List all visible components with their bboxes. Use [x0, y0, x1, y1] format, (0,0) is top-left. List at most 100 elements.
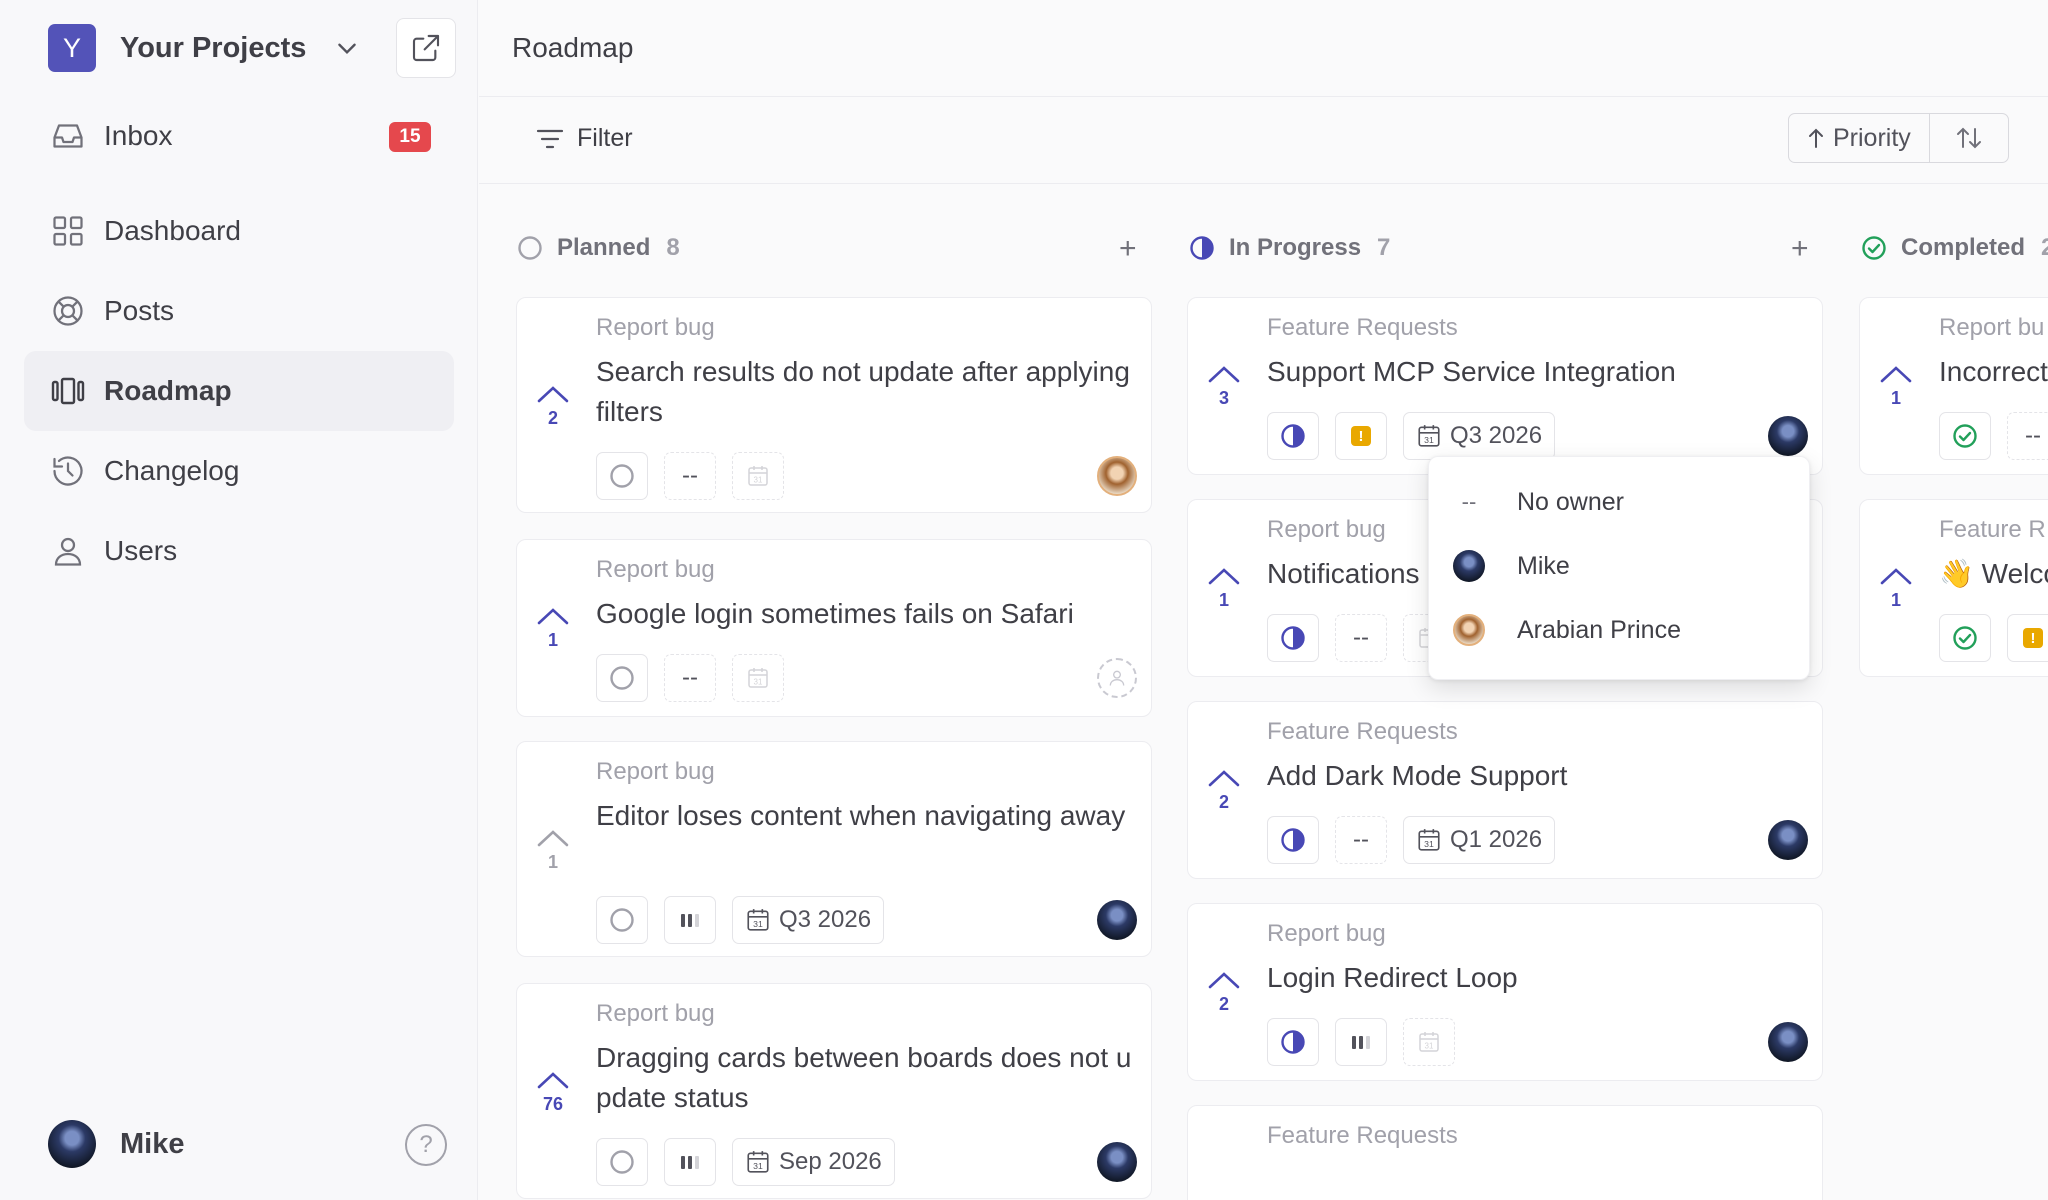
vote-count: 2	[1218, 994, 1229, 1014]
roadmap-card[interactable]: 2 Report bug Search results do not updat…	[516, 297, 1152, 513]
card-category: Report bug	[1267, 920, 1386, 947]
card-title: Google login sometimes fails on Safari	[596, 598, 1074, 629]
priority-chip[interactable]: --	[2007, 412, 2048, 460]
current-user[interactable]: Mike	[48, 1120, 184, 1168]
status-chip[interactable]	[1939, 412, 1991, 460]
upvote-button[interactable]: 1	[535, 606, 571, 651]
in-progress-status-icon	[1190, 236, 1214, 260]
due-date-chip[interactable]: 31 Sep 2026	[732, 1138, 895, 1186]
status-chip[interactable]	[1267, 816, 1319, 864]
priority-chip[interactable]	[664, 896, 716, 944]
owner-avatar[interactable]	[1768, 1022, 1808, 1062]
sidebar-item-roadmap[interactable]: Roadmap	[24, 351, 454, 431]
chevron-up-icon	[1880, 568, 1912, 585]
roadmap-card[interactable]: Feature Requests	[1187, 1105, 1823, 1200]
priority-chip[interactable]: !	[1335, 412, 1387, 460]
roadmap-card[interactable]: 1 Report bug Editor loses content when n…	[516, 741, 1152, 957]
priority-chip[interactable]	[1335, 1018, 1387, 1066]
due-date-chip[interactable]: 31 Q3 2026	[732, 896, 885, 944]
sidebar-item-dashboard[interactable]: Dashboard	[24, 191, 454, 271]
calendar-icon: 31	[748, 668, 768, 688]
owner-option-mike[interactable]: Mike	[1429, 537, 1811, 595]
upvote-button[interactable]: 1	[535, 828, 571, 873]
owner-avatar[interactable]	[1768, 820, 1808, 860]
upvote-button[interactable]: 1	[1878, 566, 1914, 611]
status-chip[interactable]	[1267, 614, 1319, 662]
owner-avatar[interactable]	[1097, 1142, 1137, 1182]
sort-direction-button[interactable]	[1930, 114, 2008, 162]
priority-chip[interactable]: --	[1335, 816, 1387, 864]
roadmap-card[interactable]: 1 Report bug Google login sometimes fail…	[516, 539, 1152, 717]
upvote-button[interactable]: 76	[535, 1070, 571, 1115]
status-chip[interactable]	[1939, 614, 1991, 662]
open-external-button[interactable]	[396, 18, 456, 78]
unassigned-owner-icon[interactable]	[1097, 658, 1137, 698]
chevron-up-icon	[1208, 770, 1240, 787]
card-category: Report bug	[596, 758, 715, 785]
sort-priority-button[interactable]: Priority	[1789, 114, 1930, 162]
sidebar-item-posts[interactable]: Posts	[24, 271, 454, 351]
upvote-button[interactable]: 2	[1206, 970, 1242, 1015]
status-chip[interactable]	[596, 1138, 648, 1186]
status-chip[interactable]	[596, 896, 648, 944]
roadmap-card[interactable]: 2 Report bug Login Redirect Loop 31	[1187, 903, 1823, 1081]
sidebar-item-inbox[interactable]: Inbox 15	[24, 96, 454, 176]
sidebar-item-changelog[interactable]: Changelog	[24, 431, 454, 511]
sidebar-item-label: Users	[104, 535, 178, 566]
due-date-chip[interactable]: 31	[732, 654, 784, 702]
add-in-progress-button[interactable]: +	[1791, 232, 1809, 266]
priority-chip[interactable]: --	[664, 654, 716, 702]
vote-count: 2	[1218, 792, 1229, 812]
card-title: Support MCP Service Integration	[1267, 356, 1676, 387]
add-planned-button[interactable]: +	[1119, 232, 1137, 266]
upvote-button[interactable]: 1	[1878, 364, 1914, 409]
owner-avatar[interactable]	[1097, 900, 1137, 940]
avatar	[1453, 550, 1485, 582]
status-chip[interactable]	[1267, 412, 1319, 460]
sidebar-item-users[interactable]: Users	[24, 511, 454, 591]
status-chip[interactable]	[596, 452, 648, 500]
in-progress-status-icon	[1281, 424, 1305, 448]
due-date-chip[interactable]: 31	[732, 452, 784, 500]
calendar-icon: 31	[1419, 1032, 1439, 1052]
filter-button[interactable]: Filter	[535, 124, 633, 153]
help-icon[interactable]: ?	[405, 1124, 447, 1166]
due-date-chip[interactable]: 31 Q3 2026	[1403, 412, 1556, 460]
status-chip[interactable]	[1267, 1018, 1319, 1066]
card-title: Incorrect	[1939, 356, 2048, 387]
due-date-chip[interactable]: 31 Q1 2026	[1403, 816, 1556, 864]
svg-text:31: 31	[1424, 839, 1434, 849]
owner-option-arabian-prince[interactable]: Arabian Prince	[1429, 601, 1811, 659]
chevron-up-icon	[1208, 366, 1240, 383]
priority-chip[interactable]	[664, 1138, 716, 1186]
roadmap-card[interactable]: 3 Feature Requests Support MCP Service I…	[1187, 297, 1823, 475]
due-date-chip[interactable]: 31	[1403, 1018, 1455, 1066]
upvote-button[interactable]: 2	[1206, 768, 1242, 813]
vote-count: 2	[547, 408, 558, 428]
priority-chip[interactable]: !	[2007, 614, 2048, 662]
project-logo: Y	[48, 24, 96, 72]
vote-count: 1	[547, 630, 558, 650]
user-name: Mike	[120, 1127, 185, 1160]
priority-chip[interactable]: --	[1335, 614, 1387, 662]
svg-text:31: 31	[1425, 1042, 1434, 1051]
column-title: Completed	[1901, 234, 2026, 261]
upvote-button[interactable]: 3	[1206, 364, 1242, 409]
priority-chip[interactable]: --	[664, 452, 716, 500]
calendar-icon: 31	[1418, 425, 1440, 447]
roadmap-card[interactable]: 2 Feature Requests Add Dark Mode Support…	[1187, 701, 1823, 879]
card-category: Feature Requests	[1267, 718, 1458, 745]
option-label: Arabian Prince	[1517, 615, 1681, 644]
status-chip[interactable]	[596, 654, 648, 702]
roadmap-card[interactable]: 1 Feature R 👋 Welco !	[1859, 499, 2048, 677]
owner-avatar[interactable]	[1097, 456, 1137, 496]
upvote-button[interactable]: 2	[535, 384, 571, 429]
owner-option-none[interactable]: -- No owner	[1429, 473, 1811, 531]
vote-count: 1	[547, 852, 558, 872]
owner-avatar[interactable]	[1768, 416, 1808, 456]
avatar	[1453, 614, 1485, 646]
upvote-button[interactable]: 1	[1206, 566, 1242, 611]
due-date-value: Q3 2026	[779, 906, 872, 933]
roadmap-card[interactable]: 76 Report bug Dragging cards between boa…	[516, 983, 1152, 1199]
roadmap-card[interactable]: 1 Report bu Incorrect --	[1859, 297, 2048, 475]
